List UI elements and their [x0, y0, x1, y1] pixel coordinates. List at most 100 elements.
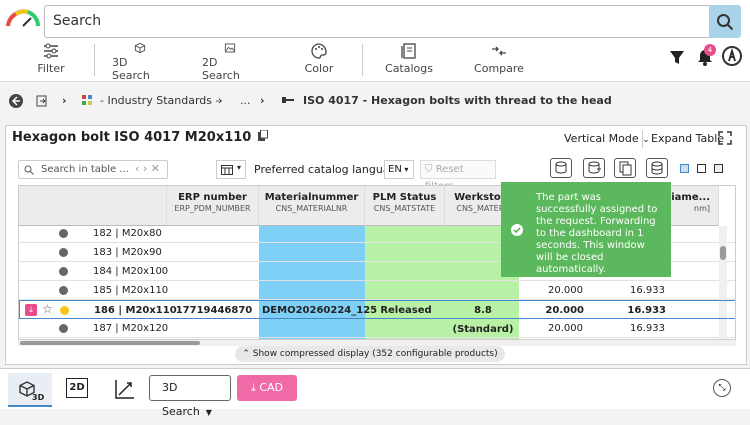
back-arrow-icon[interactable]	[8, 93, 24, 109]
search-nav-icons[interactable]: ‹ › ✕	[135, 162, 160, 175]
erp-cell	[169, 281, 257, 300]
add-button[interactable]	[583, 158, 605, 178]
language-select[interactable]: EN ▾	[384, 160, 414, 179]
tab-2d[interactable]: 2D	[66, 378, 88, 398]
table-header-material[interactable]: Materialnummer CNS_MATERIALNR	[259, 186, 365, 226]
search-icon	[24, 165, 34, 175]
breadcrumb-industry-standards[interactable]: - Industry Standards -	[100, 94, 219, 107]
status-dot	[59, 324, 68, 333]
material-cell: DEMO20260224_125	[262, 305, 378, 316]
erp-cell	[169, 243, 257, 262]
assign-button[interactable]	[550, 158, 572, 178]
tab-3d[interactable]: 3D	[8, 373, 52, 407]
plm-status-cell	[367, 281, 443, 300]
column-label: PLM Status	[372, 192, 437, 203]
gauge-logo-icon	[6, 9, 40, 27]
werkstoff-cell	[447, 281, 517, 300]
language-value: EN	[388, 164, 402, 175]
color-label: Color	[304, 62, 334, 75]
bolt-icon	[282, 97, 294, 103]
werkstoff-cell: 8.8 (Standard)	[452, 305, 514, 335]
status-dot	[59, 229, 68, 238]
value-cell: 20.000	[548, 285, 583, 296]
download-icon[interactable]: ⤓	[25, 304, 37, 316]
view-table-icon[interactable]	[714, 164, 723, 173]
search-input[interactable]: Search	[44, 5, 710, 38]
search-button[interactable]	[709, 5, 741, 38]
catalog-grid-icon	[82, 95, 92, 105]
vertical-mode-button[interactable]: Vertical Mode ⌄	[564, 132, 650, 145]
catalogs-button[interactable]: Catalogs	[385, 40, 433, 82]
scrollbar-thumb[interactable]	[720, 246, 726, 260]
compare-label: Compare	[474, 62, 524, 75]
product-name-cell: 182 | M20x80	[93, 228, 162, 239]
table-row[interactable]: 187 | M20x120 20.000 16.933	[19, 319, 735, 338]
material-cell	[261, 319, 363, 338]
compressed-display-label: Show compressed display (352 configurabl…	[252, 349, 498, 359]
table-header-erp[interactable]: ERP number ERP_PDM_NUMBER	[167, 186, 259, 226]
copy-icon[interactable]	[257, 129, 268, 141]
table-columns-icon	[221, 165, 233, 175]
collapse-arrows-icon[interactable]: ⤡	[713, 379, 731, 397]
view-cards-icon[interactable]	[680, 164, 689, 173]
expand-table-button[interactable]: Expand Table	[651, 132, 724, 145]
table-search-input[interactable]: Search in table ... ‹ › ✕	[18, 160, 168, 179]
chevron-right-icon: ›	[62, 94, 67, 107]
breadcrumb-ellipsis[interactable]: ...	[240, 94, 251, 107]
toolbar-divider	[362, 44, 363, 76]
search-2d-label: 2D Search	[202, 56, 240, 82]
tab-3d-label: 3D	[32, 393, 45, 402]
vertical-scrollbar[interactable]	[719, 226, 727, 339]
assign-db-icon	[555, 161, 567, 174]
status-dot	[59, 286, 68, 295]
copy-parts-icon	[619, 161, 632, 176]
product-name-cell: 187 | M20x120	[93, 323, 169, 334]
reset-filters-button[interactable]: ⛉ Reset filters	[420, 160, 496, 192]
scrollbar-thumb[interactable]	[20, 341, 200, 345]
chevron-down-icon: ▾	[237, 163, 242, 172]
column-sub-label: CNS_MATSTATE	[373, 204, 436, 213]
toolbar: Filter 3D Search 2D Search Color Catalog…	[0, 40, 750, 82]
columns-select[interactable]: ▾	[216, 160, 246, 179]
exit-icon[interactable]	[36, 95, 48, 107]
preferred-language-label: Preferred catalog language	[254, 163, 404, 176]
erp-cell: 17719446870	[175, 305, 253, 316]
copy-parts-button[interactable]	[614, 158, 636, 178]
product-name-cell: 184 | M20x100	[93, 266, 169, 277]
cad-label: CAD	[259, 381, 284, 394]
filter-label: Filter	[37, 62, 65, 75]
compressed-display-toggle[interactable]: ⌃ Show compressed display (352 configura…	[235, 346, 505, 362]
table-row[interactable]: ⤓ ☆ 186 | M20x110 17719446870 DEMO20260224_1…	[19, 300, 735, 335]
bottom-bar: 3D 2D 3D Search ▼ ⤓ CAD ⤡	[0, 368, 750, 418]
value-cell: 20.000	[545, 305, 584, 316]
chevron-right-icon: ›	[218, 94, 223, 107]
color-button[interactable]: Color	[302, 40, 336, 82]
table-row[interactable]: 185 | M20x110 20.000 16.933	[19, 281, 735, 300]
vertical-mode-label: Vertical Mode	[564, 132, 639, 145]
search-3d-button[interactable]: 3D Search	[112, 40, 168, 82]
expand-icon[interactable]	[718, 131, 732, 145]
add-db-icon	[588, 161, 601, 174]
material-cell	[261, 262, 363, 281]
search-3d-dropdown[interactable]: 3D Search ▼	[149, 375, 231, 418]
plm-status-cell	[367, 319, 443, 338]
funnel-icon[interactable]	[668, 48, 686, 66]
plm-status-cell	[367, 224, 443, 243]
search-2d-button[interactable]: 2D Search	[202, 40, 258, 82]
toast-message: The part was successfully assigned to th…	[536, 192, 658, 275]
star-icon[interactable]: ☆	[42, 302, 53, 316]
filter-icon: ⛉	[425, 164, 433, 175]
compare-button[interactable]: Compare	[474, 40, 524, 82]
chevron-down-icon: ▼	[205, 408, 212, 417]
notifications-button[interactable]: 4	[696, 44, 716, 68]
erp-cell	[169, 224, 257, 243]
avatar[interactable]	[722, 46, 742, 66]
filter-button[interactable]: Filter	[34, 40, 68, 82]
breadcrumb: › - Industry Standards - › ... › ISO 401…	[0, 90, 750, 114]
table-header-plm[interactable]: PLM Status CNS_MATSTATE	[365, 186, 445, 226]
view-list-icon[interactable]	[697, 164, 706, 173]
database-button[interactable]	[646, 158, 668, 178]
measure-icon[interactable]	[113, 377, 137, 401]
cad-download-button[interactable]: ⤓ CAD	[237, 375, 297, 401]
chevron-down-icon: ⌄	[642, 135, 650, 145]
